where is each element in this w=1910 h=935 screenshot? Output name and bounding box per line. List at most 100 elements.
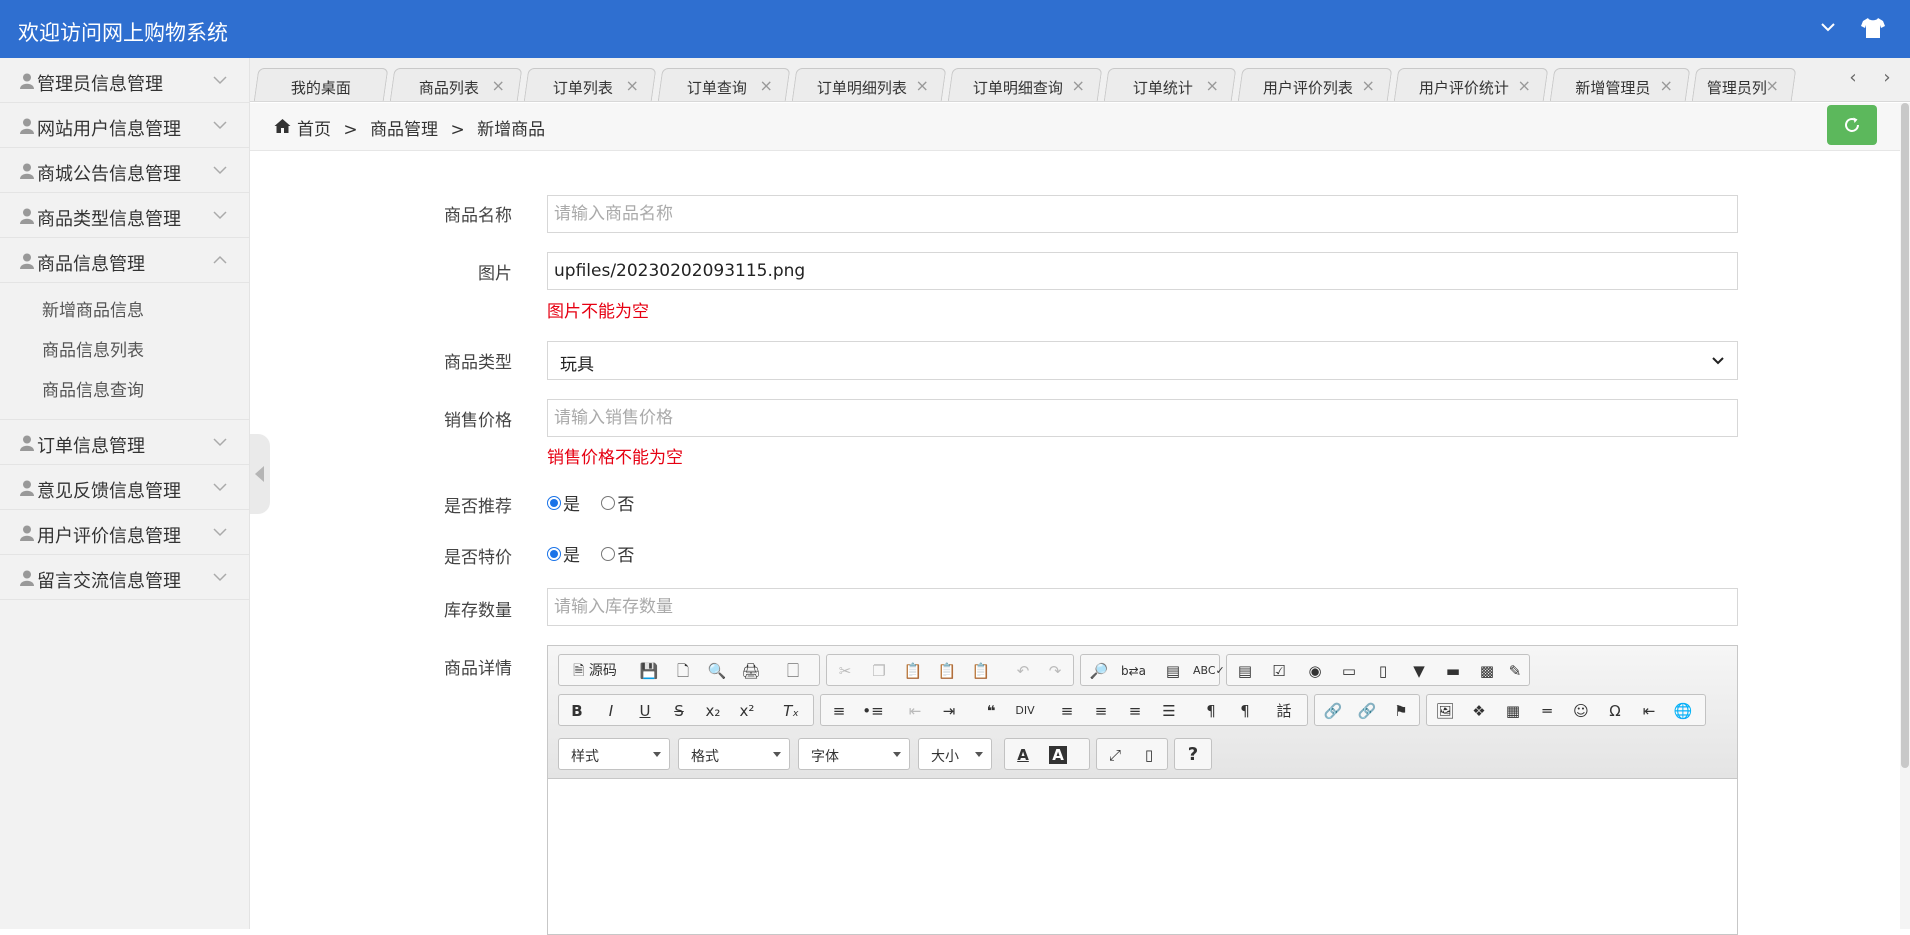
form-icon[interactable]: ▤ [1233,659,1257,683]
bg-color-icon[interactable]: A [1049,746,1067,764]
breadcrumb-level1[interactable]: 商品管理 [370,120,438,140]
align-center-icon[interactable]: ≡ [1089,699,1113,723]
tab-prev-button[interactable]: ‹ [1836,58,1870,101]
iframe-globe-icon[interactable]: 🌐 [1671,699,1695,723]
align-right-icon[interactable]: ≡ [1123,699,1147,723]
bulleted-list-icon[interactable]: •≡ [861,699,885,723]
help-icon[interactable]: ? [1181,743,1205,767]
sidebar-item[interactable]: 商城公告信息管理 [0,148,249,193]
sidebar-item[interactable]: 商品信息管理 [0,238,249,283]
show-blocks-icon[interactable]: ▯ [1137,743,1161,767]
smiley-icon[interactable]: ☺ [1569,699,1593,723]
breadcrumb-home[interactable]: 首页 [297,120,331,140]
underline-icon[interactable]: U [633,699,657,723]
align-left-icon[interactable]: ≡ [1055,699,1079,723]
refresh-button[interactable] [1827,105,1877,145]
subscript-icon[interactable]: x₂ [701,699,725,723]
undo-icon[interactable]: ↶ [1011,659,1035,683]
text-field-icon[interactable]: ▭ [1337,659,1361,683]
tab-close-icon[interactable]: × [1766,76,1779,95]
italic-icon[interactable]: I [599,699,623,723]
tab-close-icon[interactable]: × [492,76,505,95]
save-icon[interactable]: 💾 [637,659,661,683]
paste-icon[interactable]: 📋 [901,659,925,683]
tab-close-icon[interactable]: × [1072,76,1085,95]
outdent-icon[interactable]: ⇤ [903,699,927,723]
tab-close-icon[interactable]: × [626,76,639,95]
source-button[interactable]: 🗎 源码 [565,659,625,683]
image-icon[interactable]: 🖼 [1433,699,1457,723]
radio-checked[interactable] [547,546,561,561]
sidebar-item[interactable]: 订单信息管理 [0,420,249,465]
stock-quantity-input[interactable] [547,588,1738,626]
superscript-icon[interactable]: x² [735,699,759,723]
link-icon[interactable]: 🔗 [1321,699,1345,723]
language-icon[interactable]: 話 [1269,699,1299,723]
redo-icon[interactable]: ↷ [1043,659,1067,683]
tab[interactable]: 管理员列 × [1691,68,1797,101]
sidebar-collapse-handle[interactable] [250,434,270,514]
indent-icon[interactable]: ⇥ [937,699,961,723]
unlink-icon[interactable]: 🔗 [1355,699,1379,723]
tab-next-button[interactable]: › [1870,58,1904,101]
radio-unchecked[interactable] [601,546,616,561]
replace-icon[interactable]: b⇄a [1121,659,1146,683]
ltr-icon[interactable]: ¶ [1199,699,1223,723]
tab-close-icon[interactable]: × [1362,76,1375,95]
chevron-down-icon[interactable] [1818,17,1838,37]
tab[interactable]: 订单统计 × [1103,68,1237,101]
tab-close-icon[interactable]: × [1518,76,1531,95]
tab-close-icon[interactable]: × [916,76,929,95]
size-combo[interactable]: 大小 [918,738,992,770]
tab-close-icon[interactable]: × [1660,76,1673,95]
tab-close-icon[interactable]: × [760,76,773,95]
table-icon[interactable]: ▦ [1501,699,1525,723]
tab[interactable]: 用户评价统计 × [1393,68,1549,101]
sale-price-input[interactable] [547,399,1738,437]
product-type-select[interactable]: 玩具 [547,341,1738,380]
format-combo[interactable]: 格式 [678,738,790,770]
sidebar-subitem[interactable]: 新增商品信息 [0,291,249,331]
font-combo[interactable]: 字体 [798,738,910,770]
special-char-icon[interactable]: Ω [1603,699,1627,723]
recommend-no-radio[interactable]: 否 [601,490,634,515]
flash-icon[interactable]: ❖ [1467,699,1491,723]
strike-icon[interactable]: S [667,699,691,723]
div-container-icon[interactable]: DIV [1013,699,1037,723]
justify-icon[interactable]: ☰ [1157,699,1181,723]
paste-word-icon[interactable]: 📋 [969,659,993,683]
tab[interactable]: 我的桌面 [253,68,389,101]
cut-icon[interactable]: ✂ [833,659,857,683]
tab[interactable]: 订单明细查询 × [947,68,1103,101]
horizontal-line-icon[interactable]: ═ [1535,699,1559,723]
blockquote-icon[interactable]: ❝ [979,699,1003,723]
find-icon[interactable]: 🔎 [1087,659,1111,683]
recommend-yes-radio[interactable]: 是 [547,490,580,515]
spellcheck-icon[interactable]: ABC✓ [1193,659,1225,683]
sidebar-item[interactable]: 意见反馈信息管理 [0,465,249,510]
special-no-radio[interactable]: 否 [601,541,634,566]
paste-text-icon[interactable]: 📋 [935,659,959,683]
bold-icon[interactable]: B [565,699,589,723]
sidebar-item[interactable]: 留言交流信息管理 [0,555,249,600]
special-yes-radio[interactable]: 是 [547,541,580,566]
textarea-icon[interactable]: ▯ [1371,659,1395,683]
image-path-input[interactable] [547,252,1738,290]
tab-close-icon[interactable]: × [1206,76,1219,95]
sidebar-item[interactable]: 商品类型信息管理 [0,193,249,238]
product-name-input[interactable] [547,195,1738,233]
sidebar-item[interactable]: 用户评价信息管理 [0,510,249,555]
styles-combo[interactable]: 样式 [558,738,670,770]
scrollbar-thumb[interactable] [1901,103,1909,768]
new-page-icon[interactable]: 🗋 [671,659,695,683]
radio-checked[interactable] [547,495,561,510]
preview-icon[interactable]: 🔍 [705,659,729,683]
select-all-icon[interactable]: ▤ [1161,659,1185,683]
tab[interactable]: 新增管理员 × [1549,68,1691,101]
remove-format-icon[interactable]: Tₓ [779,699,803,723]
theme-shirt-icon[interactable] [1860,16,1886,40]
templates-icon[interactable]: 🗌 [781,659,805,683]
radio-button-icon[interactable]: ◉ [1303,659,1327,683]
sidebar-subitem[interactable]: 商品信息查询 [0,371,249,411]
button-field-icon[interactable]: ▬ [1441,659,1465,683]
